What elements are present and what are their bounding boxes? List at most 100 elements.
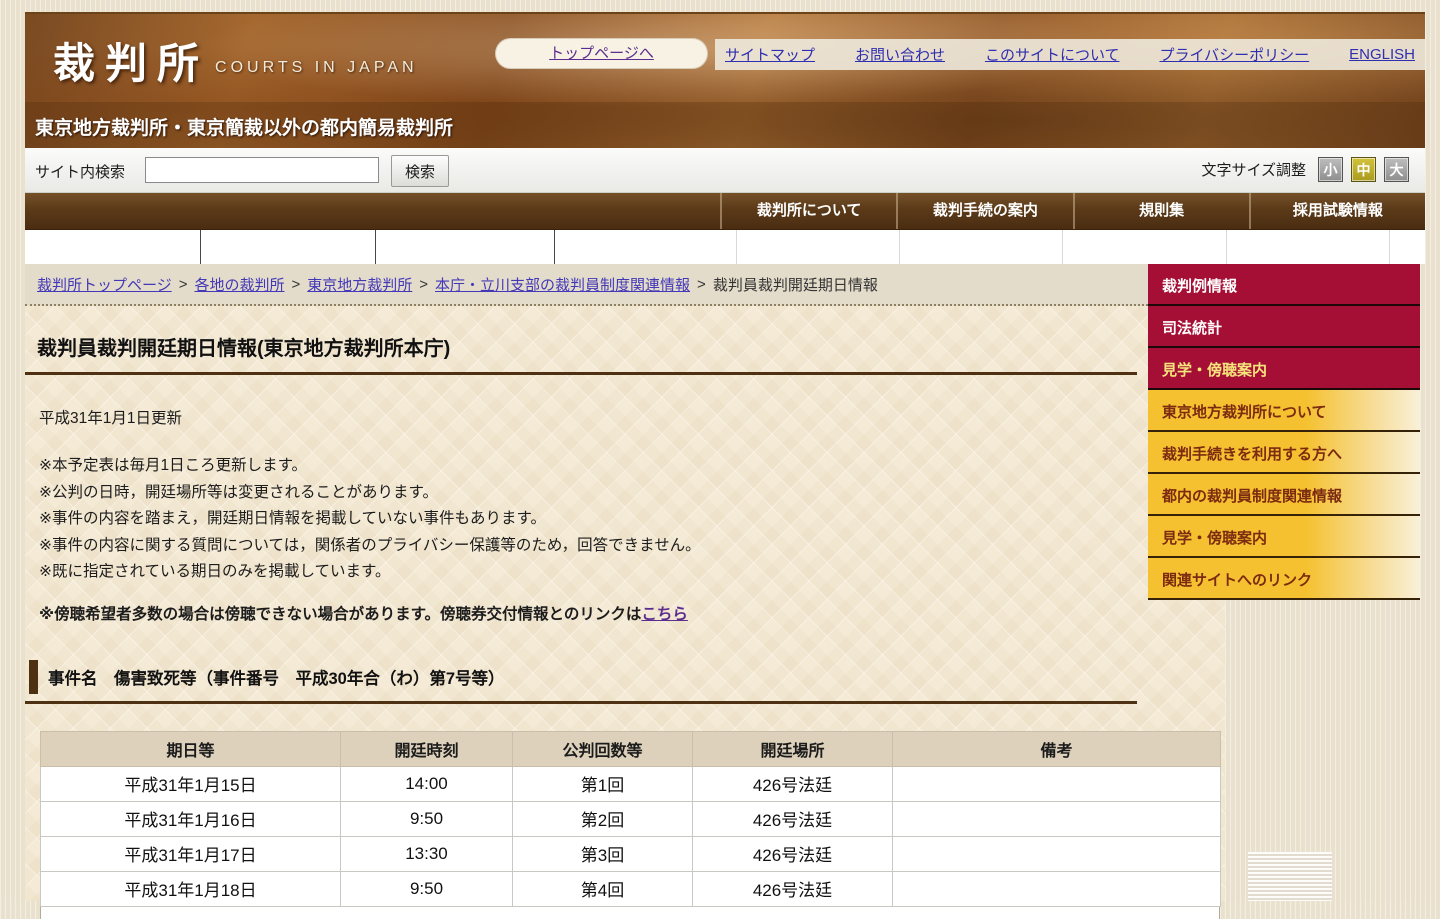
font-size-label: 文字サイズ調整 (1201, 162, 1306, 179)
top-page-button-label: トップページへ (549, 45, 654, 62)
sidebar-item[interactable]: 見学・傍聴案内 (1148, 348, 1420, 390)
top-page-button[interactable]: トップページへ (495, 38, 708, 69)
divider (1062, 230, 1063, 264)
sidebar-item-label: 裁判手続きを利用する方へ (1162, 446, 1343, 463)
note-line: ※公判の日時，開廷場所等は変更されることがあります。 (39, 483, 438, 501)
sidebar-item-label: 見学・傍聴案内 (1162, 530, 1268, 547)
nav-item[interactable]: 規則集 (1072, 193, 1249, 229)
font-size-button[interactable]: 小 (1318, 157, 1343, 182)
divider (1389, 230, 1390, 264)
utility-bar: サイト内検索 検索 文字サイズ調整 小中大 (25, 148, 1425, 193)
divider (1226, 230, 1227, 264)
background-pattern (1248, 852, 1332, 901)
breadcrumb: 裁判所トップページ > 各地の裁判所 > 東京地方裁判所 > 本庁・立川支部の裁… (25, 264, 1148, 306)
breadcrumb-link[interactable]: 本庁・立川支部の裁判員制度関連情報 (435, 274, 690, 295)
sidebar-item[interactable]: 裁判手続きを利用する方へ (1148, 432, 1420, 474)
cell-room: 426号法廷 (692, 835, 893, 872)
search-button[interactable]: 検索 (391, 155, 449, 187)
font-size-button[interactable]: 中 (1351, 157, 1376, 182)
breadcrumb-links: 裁判所トップページ > 各地の裁判所 > 東京地方裁判所 > 本庁・立川支部の裁… (37, 274, 706, 295)
header-link[interactable]: プライバシーポリシー (1159, 44, 1309, 65)
header-link[interactable]: サイトマップ (725, 44, 815, 65)
table-body: 平成31年1月15日 14:00 第1回 426号法廷 平成31年1月16日 9… (40, 765, 1221, 907)
site-search-label: サイト内検索 (35, 164, 126, 181)
font-size-button[interactable]: 大 (1384, 157, 1409, 182)
page-container: 裁判所 COURTS IN JAPAN トップページへ サイトマップ お問い合わせこ… (25, 12, 1425, 919)
breadcrumb-separator: > (291, 275, 301, 293)
breadcrumb-link[interactable]: 東京地方裁判所 (307, 274, 412, 295)
cell-date: 平成31年1月17日 (40, 835, 341, 872)
cell-time: 13:30 (340, 835, 513, 872)
logo-japanese-text: 裁判所 (53, 42, 210, 88)
attendance-note: ※傍聴希望者多数の場合は傍聴できない場合があります。傍聴券交付情報とのリンクはこ… (39, 602, 1225, 624)
table-header-cell: 備考 (892, 730, 1221, 767)
cell-session: 第1回 (512, 765, 693, 802)
breadcrumb-separator: > (419, 275, 429, 293)
header-link[interactable]: お問い合わせ (855, 44, 945, 65)
cell-note (892, 800, 1221, 837)
cell-note (892, 765, 1221, 802)
case-header: 事件名 傷害致死等（事件番号 平成30年合（わ）第7号等） (29, 659, 1225, 694)
header-links-bar: サイトマップ お問い合わせ このサイトについて プライバシーポリシー ENGLISH (715, 39, 1425, 70)
sidebar-item[interactable]: 司法統計 (1148, 306, 1420, 348)
table-next-row-partial (40, 906, 1220, 919)
nav-item[interactable]: 裁判所について (720, 193, 896, 229)
sidebar-item[interactable]: 関連サイトへのリンク (1148, 558, 1420, 600)
breadcrumb-link[interactable]: 裁判所トップページ (37, 274, 172, 295)
breadcrumb-separator: > (178, 275, 188, 293)
cell-session: 第2回 (512, 800, 693, 837)
table-row: 平成31年1月17日 13:30 第3回 426号法廷 (40, 835, 1221, 872)
divider (554, 230, 555, 264)
sidebar-menu: 裁判例情報 司法統計 見学・傍聴案内 東京地方裁判所について 裁判手続きを利用す… (1148, 264, 1420, 600)
sidebar-item[interactable]: 見学・傍聴案内 (1148, 516, 1420, 558)
subtitle-text: 東京地方裁判所・東京簡裁以外の都内簡易裁判所 (35, 117, 454, 139)
kochira-link[interactable]: こちら (641, 606, 688, 623)
nav-item[interactable]: 裁判手続の案内 (896, 193, 1072, 229)
secondary-nav-row (25, 230, 1425, 264)
breadcrumb-current: 裁判員裁判開廷期日情報 (712, 276, 878, 294)
logo-english-text: COURTS IN JAPAN (215, 59, 418, 76)
main-content: 裁判員裁判開廷期日情報(東京地方裁判所本庁) 平成31年1月1日更新 ※本予定表… (25, 306, 1225, 919)
title-rule (25, 372, 1137, 375)
site-search-input[interactable] (145, 157, 379, 183)
note-line: ※事件の内容を踏まえ，開廷期日情報を掲載していない事件もあります。 (39, 510, 546, 527)
sidebar-item[interactable]: 都内の裁判員制度関連情報 (1148, 474, 1420, 516)
main-nav-menu: 裁判所について 裁判手続の案内 規則集 採用試験情報 (720, 193, 1425, 229)
case-title: 事件名 傷害致死等（事件番号 平成30年合（わ）第7号等） (48, 669, 505, 688)
table-header-row: 期日等 開廷時刻 公判回数等 開廷場所 備考 (40, 730, 1221, 767)
sidebar-item-label: 関連サイトへのリンク (1162, 572, 1313, 589)
cell-time: 14:00 (340, 765, 513, 802)
divider (736, 230, 737, 264)
cell-time: 9:50 (340, 800, 513, 837)
sidebar-item-label: 都内の裁判員制度関連情報 (1162, 488, 1343, 505)
font-size-buttons: 小中大 (1318, 157, 1409, 182)
font-size-adjuster: 文字サイズ調整 小中大 (1201, 157, 1409, 182)
header-link[interactable]: ENGLISH (1349, 46, 1415, 63)
main-nav: 裁判所について 裁判手続の案内 規則集 採用試験情報 (25, 193, 1425, 230)
nav-item[interactable]: 採用試験情報 (1248, 193, 1425, 229)
note-line: ※本予定表は毎月1日ころ更新します。 (39, 457, 308, 474)
notes-list: ※本予定表は毎月1日ころ更新します。 ※公判の日時，開廷場所等は変更されることがあ… (39, 453, 1225, 586)
cell-date: 平成31年1月15日 (40, 765, 341, 802)
table-row: 平成31年1月15日 14:00 第1回 426号法廷 (40, 765, 1221, 802)
subtitle-bar: 東京地方裁判所・東京簡裁以外の都内簡易裁判所 (25, 102, 1425, 150)
table-header-cell: 公判回数等 (512, 730, 693, 767)
divider (200, 230, 201, 264)
courts-in-japan-logo[interactable]: 裁判所 COURTS IN JAPAN (53, 30, 418, 91)
sidebar-item[interactable]: 東京地方裁判所について (1148, 390, 1420, 432)
case-rule (25, 700, 1137, 704)
sidebar-item-label: 見学・傍聴案内 (1162, 362, 1268, 379)
updated-date: 平成31年1月1日更新 (39, 410, 182, 427)
header-link[interactable]: このサイトについて (985, 44, 1120, 65)
divider (375, 230, 376, 264)
sidebar-item[interactable]: 裁判例情報 (1148, 264, 1420, 306)
breadcrumb-link[interactable]: 各地の裁判所 (194, 274, 284, 295)
note-line: ※事件の内容に関する質問については，関係者のプライバシー保護等のため，回答できま… (39, 536, 701, 554)
table-header-cell: 期日等 (40, 730, 341, 767)
table-header-cell: 開廷時刻 (340, 730, 513, 767)
breadcrumb-separator: > (697, 275, 706, 293)
page-title: 裁判員裁判開廷期日情報(東京地方裁判所本庁) (37, 338, 451, 360)
cell-date: 平成31年1月16日 (40, 800, 341, 837)
cell-room: 426号法廷 (692, 765, 893, 802)
site-header: 裁判所 COURTS IN JAPAN トップページへ サイトマップ お問い合わせ こ… (25, 12, 1425, 150)
